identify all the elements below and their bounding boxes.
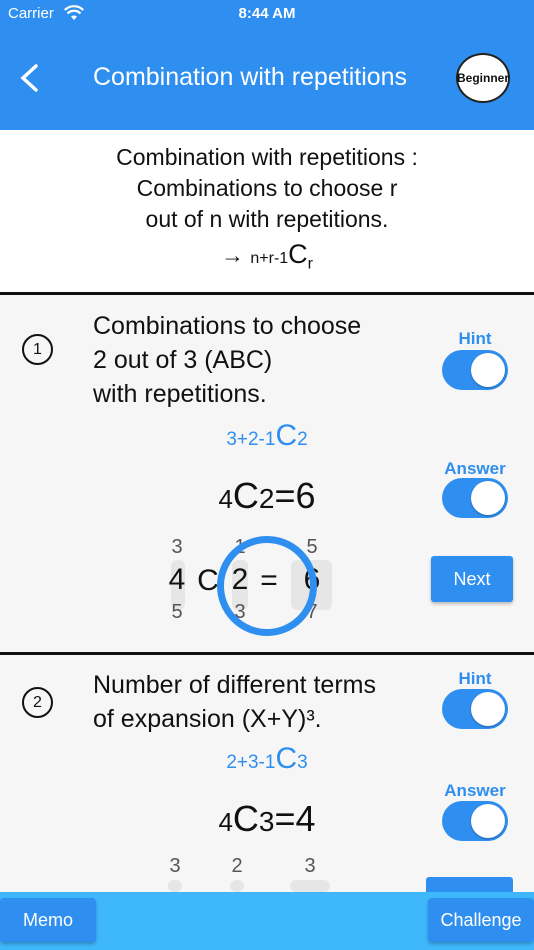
hint-label: Hint [458,669,492,688]
picker-n-above: 3 [169,855,181,877]
hint-formula: 2+3-1C3 [0,742,534,776]
question-line-2: 2 out of 3 (ABC) [93,346,273,374]
toggle-knob [471,353,505,387]
question-line-1: Combinations to choose [93,312,362,340]
bottom-bar: Memo Challenge [0,892,534,950]
answer-formula: 4C2=6 [0,475,534,517]
app-bar: Carrier 8:44 AM Combination with repetit… [0,0,534,130]
question-line-3: with repetitions. [93,380,267,408]
memo-button[interactable]: Memo [0,898,96,942]
answer-value: =6 [274,475,316,516]
picker-result-above: 3 [304,855,316,877]
next-button[interactable] [426,877,513,892]
clock: 8:44 AM [238,5,296,22]
hint-label: Hint [458,329,492,348]
challenge-button[interactable]: Challenge [428,898,534,942]
next-button[interactable]: Next [431,556,513,602]
picker-wheel-r[interactable] [230,880,244,892]
answer-n-subscript: 4 [218,807,233,837]
picker-n-above: 3 [171,536,183,558]
question-text: Combinations to choose 2 out of 3 (ABC) … [93,309,361,411]
hint-r-subscript: 3 [297,752,308,773]
hint-c: C [275,742,298,775]
level-badge: Beginner [456,53,510,103]
back-arrow-icon[interactable] [14,60,46,96]
picker-wheel-result[interactable] [290,880,330,892]
question-number-badge: 1 [22,334,53,365]
picker-n-below: 5 [171,601,183,623]
answer-r-subscript: 2 [258,483,275,514]
answer-c: C [232,475,259,516]
hint-toggle[interactable] [442,350,508,390]
question-line-1: Number of different terms [93,671,376,699]
formula-r-subscript: r [307,255,313,273]
formula-n-subscript: n+r-1 [250,250,289,267]
page-title: Combination with repetitions [93,63,408,91]
picker-r-above: 2 [231,855,243,877]
hint-formula: 3+2-1C2 [0,419,534,453]
hint-n-subscript: 3+2-1 [226,429,276,450]
hint-c: C [275,419,298,452]
question-number-badge: 2 [22,687,53,718]
definition-formula: → n+r-1Cr [0,239,534,280]
formula-c: C [288,239,308,269]
tap-indicator-ring [217,536,317,636]
definition-line-3: out of n with repetitions. [145,206,389,232]
toggle-knob [471,692,505,726]
answer-formula: 4C3=4 [0,798,534,840]
hint-toggle[interactable] [442,689,508,729]
arrow-icon: → [220,242,244,268]
picker-column-n[interactable]: 3 4 5 [162,536,192,624]
picker-n-value: 4 [168,563,186,596]
answer-c: C [232,798,259,839]
hint-n-subscript: 2+3-1 [226,752,276,773]
definition-panel: Combination with repetitions : Combinati… [0,130,534,292]
question-text: Number of different terms of expansion (… [93,668,376,736]
question-line-2: of expansion (X+Y)³. [93,705,322,733]
question-2: 2 Number of different terms of expansion… [0,655,534,892]
answer-n-subscript: 4 [218,484,233,514]
hint-r-subscript: 2 [297,429,308,450]
answer-value: =4 [274,798,316,839]
definition-line-2: Combinations to choose r [136,175,398,201]
status-bar: Carrier 8:44 AM [0,0,534,30]
picker-wheel-n[interactable] [168,880,182,892]
definition-line-1: Combination with repetitions : [116,144,418,170]
answer-r-subscript: 3 [258,806,275,837]
